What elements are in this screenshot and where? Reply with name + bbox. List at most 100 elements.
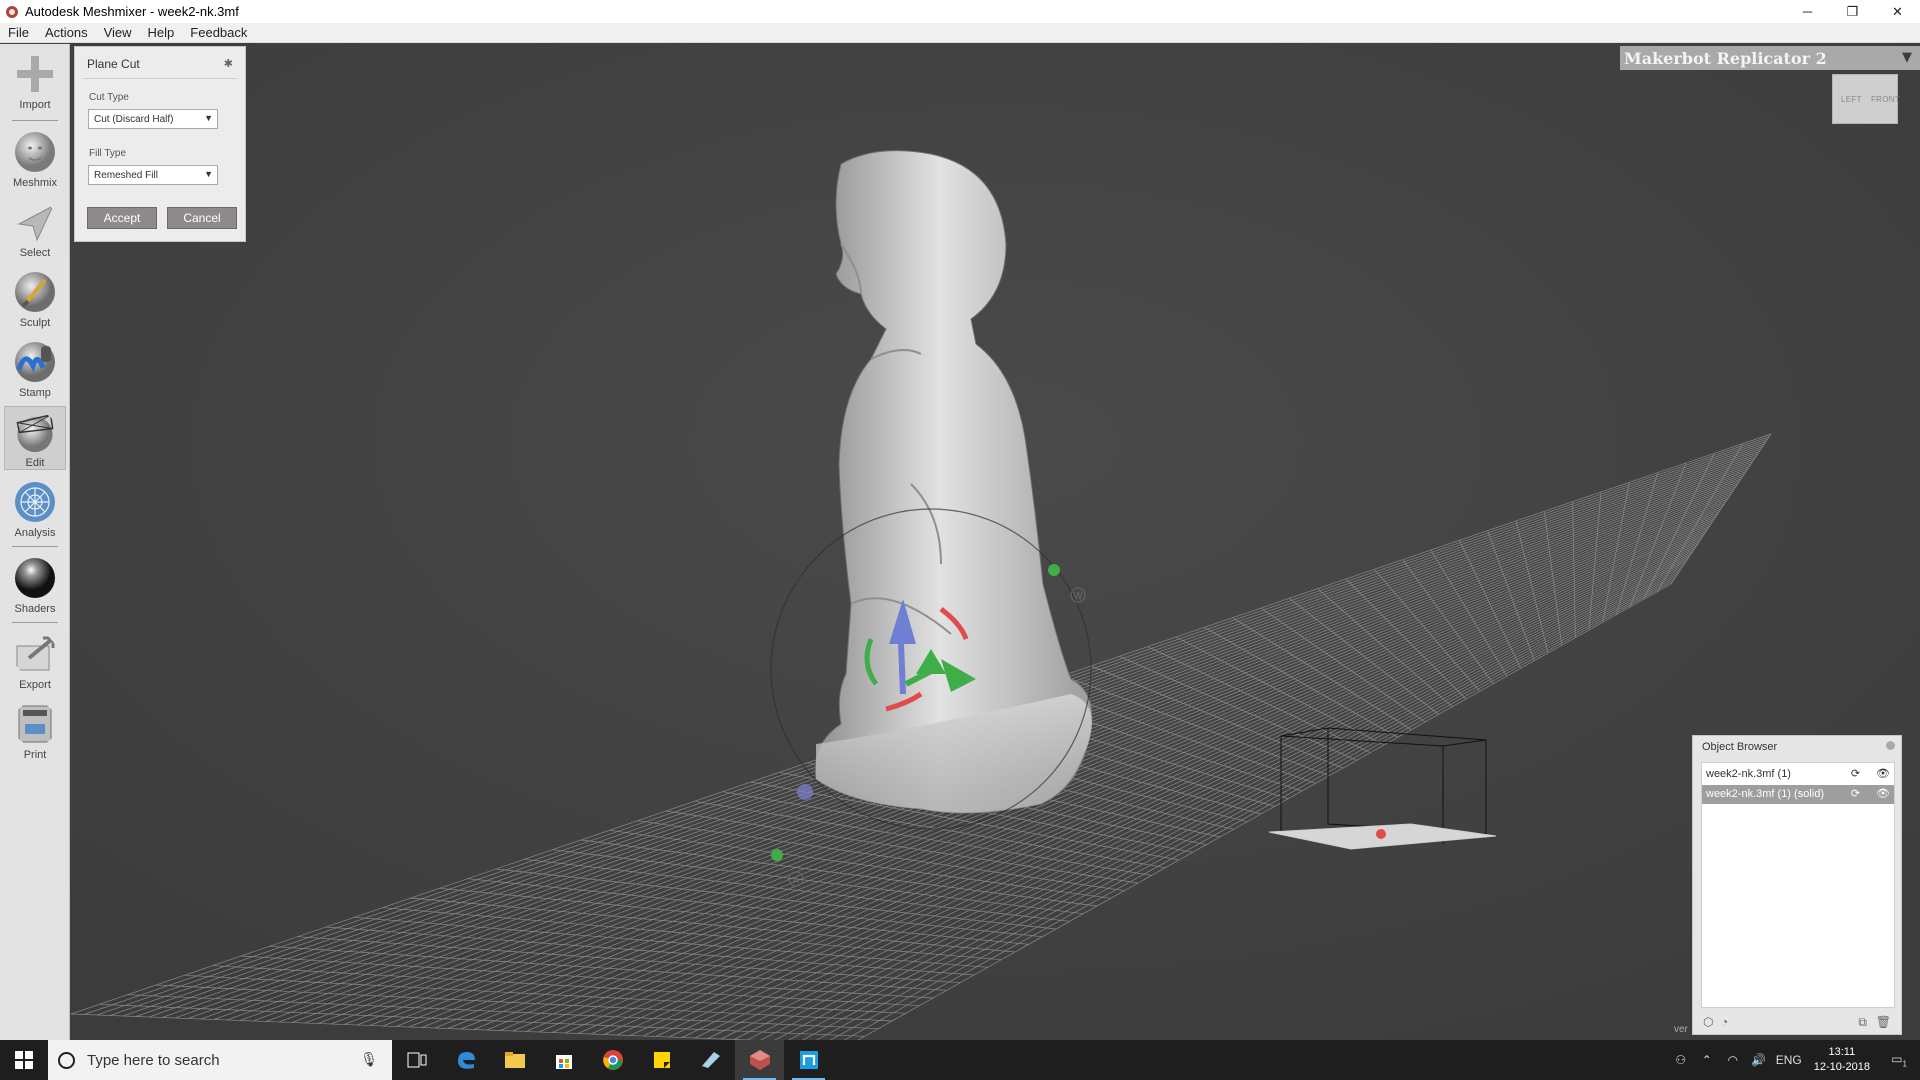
title-bar: Autodesk Meshmixer - week2-nk.3mf ─ ❐ ✕ [0,0,1920,23]
tool-select[interactable]: Select [4,196,66,260]
fill-type-label: Fill Type [89,148,127,159]
cortana-icon [58,1051,75,1069]
close-button[interactable]: ✕ [1875,0,1920,23]
chevron-down-icon: ▼ [1902,50,1912,65]
sculpt-icon [15,272,55,312]
object-browser-title: Object Browser [1702,741,1778,753]
menu-actions[interactable]: Actions [37,25,96,40]
tool-label: Sculpt [19,317,51,329]
eye-icon[interactable]: 👁 [1876,767,1890,780]
chevron-down-icon: ▼ [204,113,213,123]
export-icon [16,636,55,671]
printer-selector[interactable]: Makerbot Replicator 2 ▼ [1620,46,1920,70]
system-tray: ⚇ ⌃ ◠ 🔊 ENG 13:11 12-10-2018 ▭1 [1668,1040,1920,1080]
view-cube[interactable]: LEFT FRONT [1832,74,1900,124]
object-browser-footer: ⬡ ◔ ⧉ 🗑 [1701,1014,1895,1032]
menu-view[interactable]: View [96,25,140,40]
taskbar-search-box[interactable]: Type here to search 🎙 [48,1040,392,1080]
tool-label: Edit [25,457,45,469]
trash-icon[interactable]: 🗑 [1876,1015,1891,1029]
menu-feedback[interactable]: Feedback [182,25,255,40]
tool-sculpt[interactable]: Sculpt [4,266,66,330]
view-cube-front[interactable]: FRONT [1871,95,1900,104]
start-button[interactable] [0,1040,48,1080]
chevron-up-icon[interactable]: ⌃ [1694,1053,1720,1067]
windows-logo-icon [15,1051,33,1069]
tool-meshmix[interactable]: Meshmix [4,126,66,190]
volume-icon[interactable]: 🔊 [1746,1053,1772,1067]
gizmo-handle-top[interactable] [1048,564,1060,576]
tool-label: Export [19,679,51,691]
object-row-selected[interactable]: week2-nk.3mf (1) (solid) ⟳ 👁 [1702,785,1894,804]
object-name: week2-nk.3mf (1) (solid) [1706,788,1824,800]
tool-label: Stamp [19,387,51,399]
tool-label: Meshmix [12,177,57,189]
close-icon[interactable] [1886,741,1895,750]
view-cube-left[interactable]: LEFT [1841,95,1862,104]
tool-label: Print [23,749,47,761]
minimize-button[interactable]: ─ [1785,0,1830,23]
refresh-icon[interactable]: ◔ [1721,1015,1728,1029]
3d-viewport[interactable]: W A [71,44,1920,1040]
task-view-icon[interactable] [392,1040,441,1080]
tool-label: Select [19,247,51,259]
select-icon [17,204,55,242]
chevron-down-icon: ▼ [204,169,213,179]
gear-icon[interactable]: ✱ [224,57,233,70]
cut-type-value: Cut (Discard Half) [94,114,174,125]
menu-file[interactable]: File [0,25,37,40]
clock-time: 13:11 [1828,1046,1856,1058]
app-icon[interactable] [784,1040,833,1080]
cut-type-label: Cut Type [89,92,129,103]
lock-icon[interactable]: ⟳ [1851,787,1860,800]
stamp-icon [15,342,55,382]
meshmixer-app-icon [6,5,18,18]
lock-icon[interactable]: ⟳ [1851,767,1860,780]
cancel-button[interactable]: Cancel [167,207,237,229]
notification-icon[interactable]: ▭1 [1886,1052,1912,1068]
plane-cut-panel: Plane Cut ✱ Cut Type Cut (Discard Half) … [74,46,246,242]
printer-name: Makerbot Replicator 2 [1624,49,1827,68]
edit-icon [16,414,54,453]
object-list: week2-nk.3mf (1) ⟳ 👁 week2-nk.3mf (1) (s… [1701,762,1895,1008]
meshmix-icon [15,132,55,172]
tool-label: Import [19,99,51,111]
cube-icon[interactable]: ⬡ [1703,1015,1713,1029]
tool-print[interactable]: Print [4,698,66,762]
duplicate-icon[interactable]: ⧉ [1858,1015,1867,1030]
toolbar-divider [12,120,58,121]
cut-type-select[interactable]: Cut (Discard Half) ▼ [88,109,218,129]
people-icon[interactable]: ⚇ [1668,1053,1694,1067]
edge-browser-icon[interactable] [441,1040,490,1080]
shaders-icon [15,558,55,598]
restore-button[interactable]: ❐ [1830,0,1875,23]
store-icon[interactable] [539,1040,588,1080]
microphone-icon[interactable]: 🎙 [360,1051,378,1068]
accept-button[interactable]: Accept [87,207,157,229]
menu-help[interactable]: Help [140,25,183,40]
clock[interactable]: 13:11 12-10-2018 [1814,1045,1870,1075]
windows-taskbar: Type here to search 🎙 ⚇ ⌃ ◠ 🔊 ENG 13:11 … [0,1040,1920,1080]
tool-analysis[interactable]: Analysis [4,476,66,540]
tool-sidebar: Import Meshmix Select Sculpt Stamp Edit … [0,44,70,1044]
meshmixer-taskbar-icon[interactable] [735,1040,784,1080]
clock-date: 12-10-2018 [1813,1061,1870,1073]
file-explorer-icon[interactable] [490,1040,539,1080]
sticky-notes-icon[interactable] [637,1040,686,1080]
gizmo-handle-bottom[interactable] [771,849,783,861]
tool-import[interactable]: Import [4,48,66,112]
chrome-icon[interactable] [588,1040,637,1080]
wifi-icon[interactable]: ◠ [1720,1053,1746,1067]
print-icon [18,705,52,743]
fill-type-value: Remeshed Fill [94,170,158,181]
eye-icon[interactable]: 👁 [1876,787,1890,800]
fill-type-select[interactable]: Remeshed Fill ▼ [88,165,218,185]
language-indicator[interactable]: ENG [1772,1053,1806,1067]
tool-export[interactable]: Export [4,628,66,692]
tool-shaders[interactable]: Shaders [4,552,66,616]
object-row[interactable]: week2-nk.3mf (1) ⟳ 👁 [1702,765,1894,784]
tool-edit[interactable]: Edit [4,406,66,470]
tool-stamp[interactable]: Stamp [4,336,66,400]
search-placeholder: Type here to search [87,1051,220,1069]
app-icon[interactable] [686,1040,735,1080]
